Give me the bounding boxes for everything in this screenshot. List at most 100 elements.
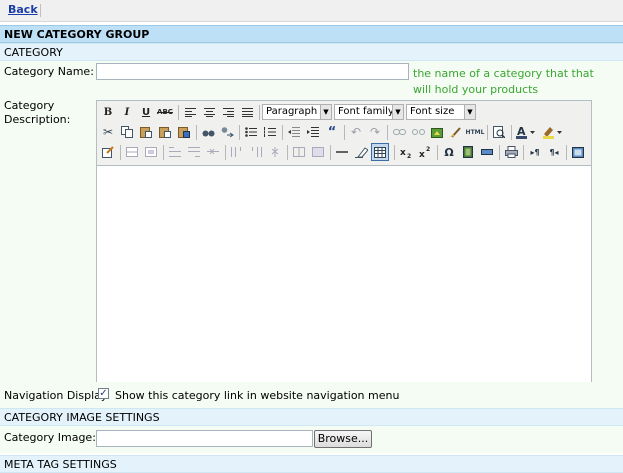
merge-cells-icon[interactable]	[309, 143, 327, 161]
paste-icon[interactable]	[137, 123, 155, 141]
category-section-header: CATEGORY	[0, 43, 623, 61]
blockquote-icon[interactable]: “	[323, 123, 341, 141]
italic-button[interactable]: I	[118, 103, 136, 121]
editor-toolbar-row-2: ✂ “ ↶ ↷ HTML A	[99, 123, 589, 143]
font-family-select[interactable]: Font family ▼	[334, 104, 404, 120]
toolbar-separator	[437, 145, 438, 160]
chevron-down-icon: ▼	[464, 105, 475, 119]
toolbar-separator	[523, 145, 524, 160]
preview-icon[interactable]	[490, 123, 508, 141]
category-image-file-input[interactable]	[96, 430, 313, 447]
toolbar-separator	[487, 125, 488, 140]
ltr-icon[interactable]: ▸¶	[526, 143, 544, 161]
navigation-display-checkbox[interactable]: ✓	[98, 388, 109, 399]
font-family-value: Font family	[338, 106, 394, 117]
font-size-select[interactable]: Font size ▼	[406, 104, 476, 120]
outdent-icon[interactable]	[285, 123, 303, 141]
back-link[interactable]: Back	[8, 3, 38, 16]
editor-toolbar-row-1: B I U ABC Paragraph ▼ Font family ▼ Font s…	[99, 103, 589, 123]
toolbar-separator	[239, 125, 240, 140]
editor-toolbar-row-3: x2 x2 Ω ▸¶ ¶◂	[99, 143, 589, 163]
underline-button[interactable]: U	[137, 103, 155, 121]
replace-icon[interactable]	[218, 123, 236, 141]
paragraph-format-value: Paragraph	[266, 106, 318, 117]
toolbar-separator	[120, 145, 121, 160]
paste-text-icon[interactable]	[156, 123, 174, 141]
anchor-icon[interactable]	[428, 123, 446, 141]
bullet-list-icon[interactable]	[242, 123, 260, 141]
toolbar-separator	[330, 145, 331, 160]
table-cell-props-icon[interactable]	[142, 143, 160, 161]
numbered-list-icon[interactable]	[261, 123, 279, 141]
bold-button[interactable]: B	[99, 103, 117, 121]
media-icon[interactable]	[459, 143, 477, 161]
toolbar-separator	[287, 145, 288, 160]
category-description-label-line2: Description:	[4, 113, 71, 126]
svg-text:x: x	[400, 148, 406, 158]
print-icon[interactable]	[502, 143, 520, 161]
split-cells-icon[interactable]	[290, 143, 308, 161]
insert-col-before-icon[interactable]	[228, 143, 246, 161]
text-color-icon[interactable]: A	[514, 123, 538, 141]
advanced-hr-icon[interactable]	[478, 143, 496, 161]
rich-text-editor: B I U ABC Paragraph ▼ Font family ▼ Font s…	[96, 100, 592, 382]
superscript-icon[interactable]: x2	[416, 143, 434, 161]
unlink-icon[interactable]	[409, 123, 427, 141]
chevron-down-icon: ▼	[392, 105, 403, 119]
paragraph-format-select[interactable]: Paragraph ▼	[262, 104, 332, 120]
toolbar-separator	[163, 145, 164, 160]
remove-format-icon[interactable]	[352, 143, 370, 161]
navigation-display-checkbox-label: Show this category link in website navig…	[115, 389, 400, 402]
toolbar-separator	[499, 145, 500, 160]
editor-content-area[interactable]	[97, 165, 591, 382]
insert-table-icon[interactable]	[371, 143, 389, 161]
copy-icon[interactable]	[118, 123, 136, 141]
toolbar-separator	[394, 145, 395, 160]
toolbar-separator	[511, 125, 512, 140]
subscript-icon[interactable]: x2	[397, 143, 415, 161]
cleanup-icon[interactable]	[447, 123, 465, 141]
align-center-icon[interactable]	[200, 103, 218, 121]
divider	[40, 4, 41, 17]
insert-col-after-icon[interactable]	[247, 143, 265, 161]
category-image-label: Category Image:	[4, 431, 96, 444]
font-size-value: Font size	[410, 106, 455, 117]
highlight-color-icon[interactable]	[541, 123, 565, 141]
fullscreen-icon[interactable]	[569, 143, 587, 161]
browse-button[interactable]: Browse...	[314, 430, 372, 448]
visual-aid-icon[interactable]	[99, 143, 117, 161]
align-justify-icon[interactable]	[238, 103, 256, 121]
horizontal-rule-icon[interactable]	[333, 143, 351, 161]
category-name-input[interactable]	[96, 63, 409, 80]
align-left-icon[interactable]	[181, 103, 199, 121]
toolbar-separator	[566, 145, 567, 160]
html-source-button[interactable]: HTML	[466, 123, 485, 141]
toolbar-separator	[259, 105, 260, 120]
special-char-icon[interactable]: Ω	[440, 143, 458, 161]
toolbar-separator	[178, 105, 179, 120]
table-row-props-icon[interactable]	[123, 143, 141, 161]
paste-word-icon[interactable]	[175, 123, 193, 141]
insert-row-before-icon[interactable]	[166, 143, 184, 161]
redo-icon[interactable]: ↷	[366, 123, 384, 141]
toolbar-separator	[387, 125, 388, 140]
svg-text:2: 2	[426, 146, 430, 153]
meta-tag-settings-header: META TAG SETTINGS	[0, 455, 623, 473]
insert-row-after-icon[interactable]	[185, 143, 203, 161]
indent-icon[interactable]	[304, 123, 322, 141]
category-name-hint: the name of a category that that will ho…	[413, 67, 594, 96]
navigation-display-label: Navigation Display:	[4, 389, 111, 402]
category-name-label: Category Name:	[4, 65, 94, 78]
category-image-settings-header: CATEGORY IMAGE SETTINGS	[0, 408, 623, 426]
delete-row-icon[interactable]	[204, 143, 222, 161]
toolbar-separator	[225, 145, 226, 160]
undo-icon[interactable]: ↶	[347, 123, 365, 141]
align-right-icon[interactable]	[219, 103, 237, 121]
strikethrough-button[interactable]: ABC	[156, 103, 174, 121]
cut-icon[interactable]: ✂	[99, 123, 117, 141]
find-icon[interactable]	[199, 123, 217, 141]
toolbar-separator	[344, 125, 345, 140]
delete-col-icon[interactable]	[266, 143, 284, 161]
link-icon[interactable]	[390, 123, 408, 141]
rtl-icon[interactable]: ¶◂	[545, 143, 563, 161]
